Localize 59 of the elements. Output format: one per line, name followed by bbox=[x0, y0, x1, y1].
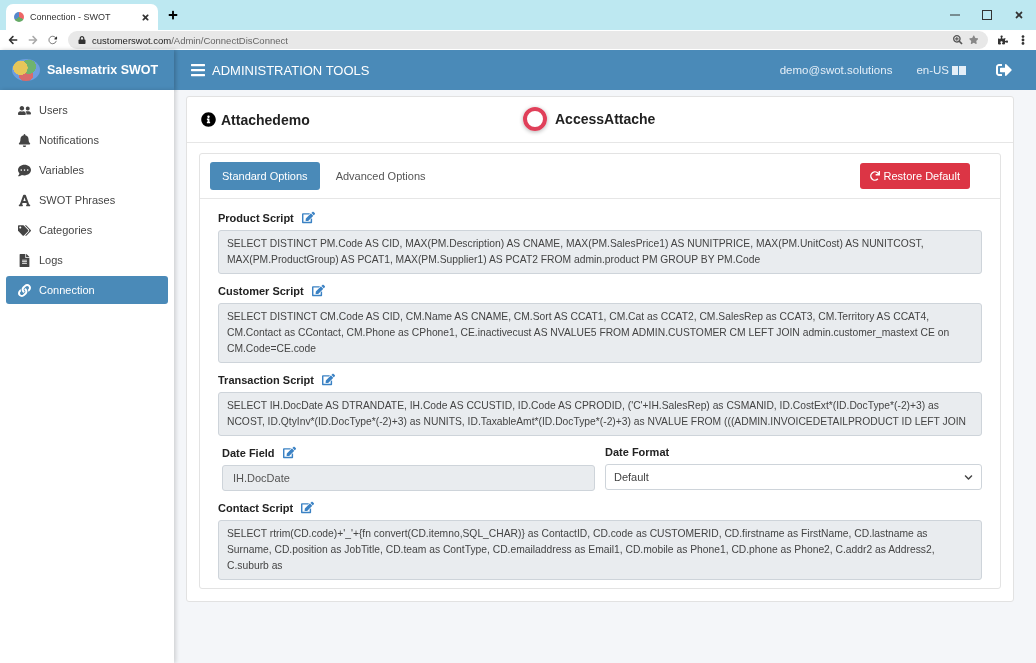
address-field[interactable]: customerswot.com/Admin/ConnectDisConnect bbox=[68, 31, 988, 49]
script-field[interactable]: SELECT DISTINCT CM.Code AS CID, CM.Name AS CNAME, CM.Sort AS CCAT1, CM.Cat as CCAT2, CM.SalesRep as CCAT3, CM.Territory AS CCAT4, CM.Contact as CContact, CM.Phone as CPhone1, CE.inactivecust AS NVALUE5 FROM ADMIN.CUSTOMER CM LEFT JOIN admin.customer_mastext CE on CM.Code=CE.code bbox=[218, 303, 982, 363]
sidebar-item[interactable]: Notifications bbox=[6, 126, 168, 154]
back-icon[interactable] bbox=[8, 35, 18, 45]
edit-icon[interactable] bbox=[282, 446, 296, 459]
close-icon[interactable] bbox=[1014, 10, 1024, 20]
brand-name: Salesmatrix SWOT bbox=[47, 63, 159, 77]
logout-icon[interactable] bbox=[996, 62, 1012, 78]
field-label: Transaction Script bbox=[218, 373, 314, 386]
sidebar-item[interactable]: Users bbox=[6, 96, 168, 124]
field-label: Contact Script bbox=[218, 501, 294, 514]
field-label: Customer Script bbox=[218, 284, 304, 297]
info-icon bbox=[201, 112, 216, 127]
browser-tab[interactable]: Connection - SWOT bbox=[6, 4, 158, 30]
sidebar-icon bbox=[18, 253, 31, 267]
extensions-icon[interactable] bbox=[998, 35, 1008, 45]
forward-icon[interactable] bbox=[28, 35, 38, 45]
edit-icon[interactable] bbox=[301, 501, 315, 514]
sidebar-icon bbox=[18, 283, 31, 297]
star-icon[interactable] bbox=[968, 35, 978, 45]
options-tab[interactable]: Standard Options bbox=[210, 162, 320, 190]
tab-title: Connection - SWOT bbox=[30, 12, 111, 22]
edit-icon[interactable] bbox=[322, 373, 335, 386]
logo-icon bbox=[12, 59, 40, 81]
new-tab-icon[interactable] bbox=[168, 10, 178, 20]
chevron-down-icon bbox=[964, 472, 973, 482]
sidebar-item[interactable]: Variables bbox=[6, 156, 168, 184]
sidebar-item[interactable]: Connection bbox=[6, 276, 168, 304]
redo-icon bbox=[869, 171, 880, 181]
options-tab[interactable]: Advanced Options bbox=[323, 162, 438, 190]
script-field[interactable]: SELECT DISTINCT PM.Code AS CID, MAX(PM.Description) AS CNAME, MAX(PM.SalesPrice1) AS NUNITPRICE, MAX(PM.UnitCost) AS NUNITCOST, MAX(PM.ProductGroup) AS PCAT1, MAX(PM.Supplier1) AS PCAT2 FROM admin.product PM GROUP BY PM.Code bbox=[218, 230, 982, 274]
page-title: ADMINISTRATION TOOLS bbox=[212, 62, 370, 78]
field-label: Date Format bbox=[605, 446, 670, 458]
sidebar-icon bbox=[18, 223, 31, 237]
sidebar-icon bbox=[18, 193, 31, 207]
lock-icon bbox=[78, 36, 86, 44]
edit-icon[interactable] bbox=[311, 284, 325, 297]
sidebar-icon bbox=[18, 103, 31, 117]
maximize-icon[interactable] bbox=[982, 10, 992, 20]
date-field-input[interactable]: IH.DocDate bbox=[222, 465, 595, 491]
script-field[interactable]: SELECT IH.DocDate AS DTRANDATE, IH.Code AS CCUSTID, ID.Code AS CPRODID, ('C'+IH.SalesRep) as CSMANID, ID.CostExt*(ID.DocType*(-2)+3) as NCOST, ID.QtyInv*(ID.DocType*(-2)+3) as NUNITS, ID.TaxableAmt*(ID.DocType*(-2)+3) as NVALUE FROM (((ADMIN.INVOICEDETAILPRODUCT ID LEFT JOIN bbox=[218, 392, 982, 436]
sidebar-item[interactable]: Logs bbox=[6, 246, 168, 274]
sidebar-icon bbox=[18, 133, 31, 147]
script-field[interactable]: SELECT rtrim(CD.code)+'_'+{fn convert(CD.itemno,SQL_CHAR)} as ContactID, CD.code as CUSTOMERID, CD.firstname as FirstName, CD.lastname as Surname, CD.position as JobTitle, CD.team as ContType, CD.emailaddress as Email1, CD.mobile as Phone1, CD.phone as Phone2, C.addr2 as Address2, C.suburb as bbox=[218, 520, 982, 580]
card-title: Attachedemo bbox=[221, 111, 310, 128]
close-icon[interactable] bbox=[141, 12, 150, 22]
edit-icon[interactable] bbox=[301, 211, 315, 224]
language-icon bbox=[952, 65, 966, 75]
date-format-select[interactable]: Default bbox=[605, 464, 982, 490]
sidebar-icon bbox=[18, 163, 31, 177]
field-label: Date Field bbox=[222, 446, 275, 459]
field-label: Product Script bbox=[218, 211, 294, 224]
restore-default-button[interactable]: Restore Default bbox=[859, 163, 970, 189]
zoom-icon[interactable] bbox=[953, 35, 963, 45]
reload-icon[interactable] bbox=[48, 35, 58, 45]
sidebar-item[interactable]: SWOT Phrases bbox=[6, 186, 168, 214]
favicon-icon bbox=[14, 12, 24, 22]
connection-name: AccessAttache bbox=[555, 111, 656, 127]
sidebar-item[interactable]: Categories bbox=[6, 216, 168, 244]
